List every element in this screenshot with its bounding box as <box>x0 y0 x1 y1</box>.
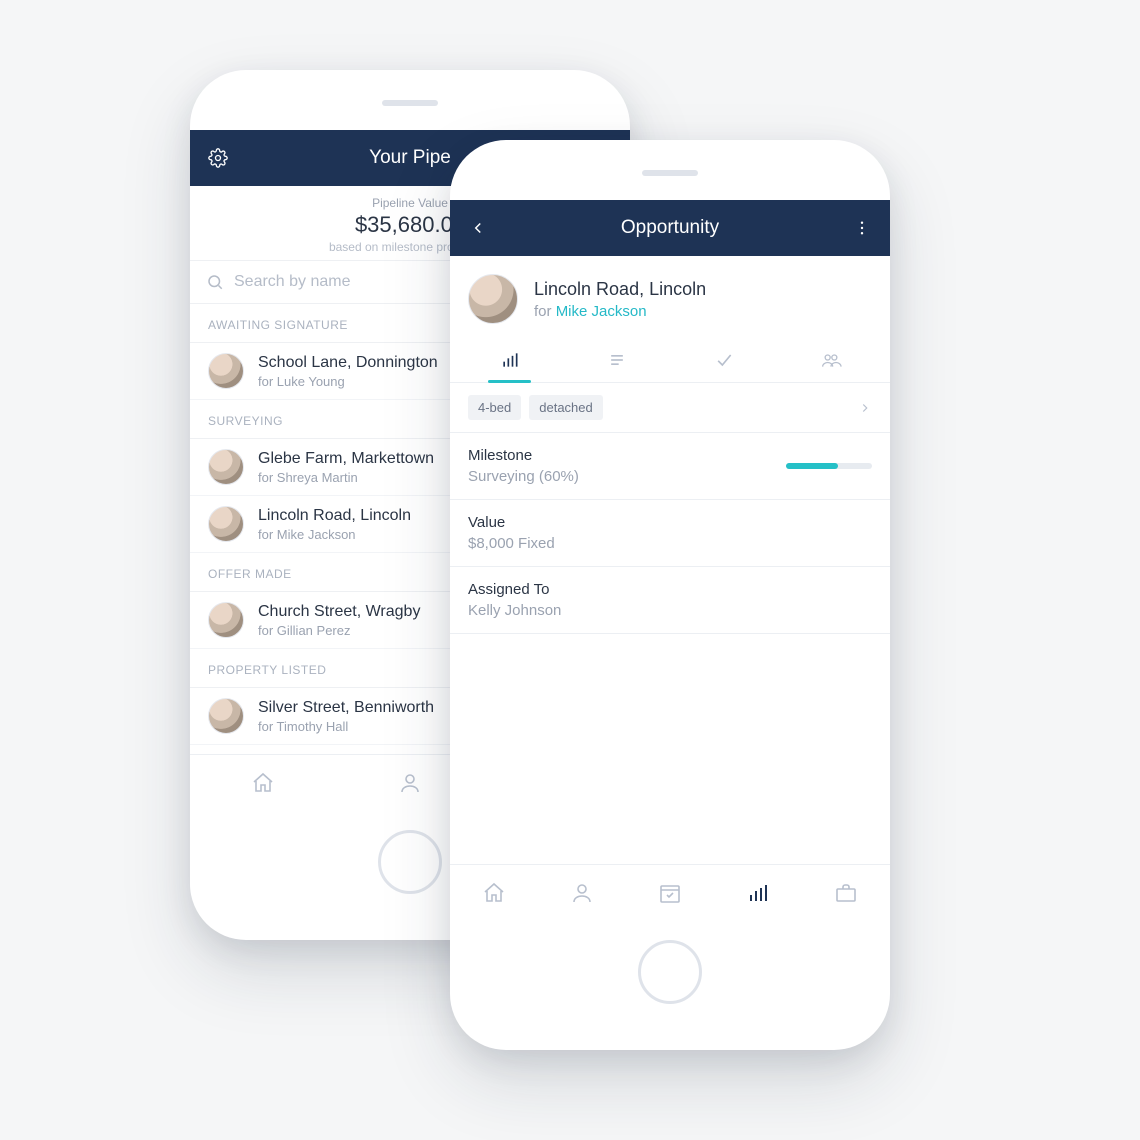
tab-home[interactable] <box>251 771 275 795</box>
avatar <box>208 449 244 485</box>
gear-icon <box>208 148 228 168</box>
navbar-opportunity: Opportunity <box>450 200 890 256</box>
home-icon <box>482 881 506 905</box>
phone-speaker <box>382 100 438 106</box>
field-milestone[interactable]: Milestone Surveying (60%) <box>450 433 890 500</box>
field-value[interactable]: Value $8,000 Fixed <box>450 500 890 567</box>
bars-icon <box>746 881 770 905</box>
field-value: Surveying (60%) <box>468 468 786 485</box>
for-prefix: for <box>534 303 556 320</box>
check-icon <box>714 350 734 370</box>
more-button[interactable] <box>850 219 874 237</box>
phone-home-button[interactable] <box>378 830 442 894</box>
settings-button[interactable] <box>206 148 230 168</box>
person-icon <box>398 771 422 795</box>
opportunity-header: Lincoln Road, Lincoln for Mike Jackson <box>450 256 890 338</box>
chevron-left-icon <box>469 219 487 237</box>
people-icon <box>820 350 842 370</box>
avatar <box>468 274 518 324</box>
bars-icon <box>500 350 520 370</box>
tab-contacts[interactable] <box>570 881 594 905</box>
avatar <box>208 353 244 389</box>
phone-home-button[interactable] <box>638 940 702 1004</box>
back-button[interactable] <box>466 219 490 237</box>
tag: detached <box>529 395 603 420</box>
item-subtitle: for Timothy Hall <box>258 719 434 734</box>
tab-bar <box>450 864 890 920</box>
tab-cases[interactable] <box>834 881 858 905</box>
spacer <box>450 634 890 864</box>
tag: 4-bed <box>468 395 521 420</box>
field-label: Milestone <box>468 447 786 464</box>
field-value-text: $8,000 Fixed <box>468 535 872 552</box>
progress-fill <box>786 463 838 469</box>
chevron-right-icon <box>858 401 872 415</box>
tab-tasks[interactable] <box>670 338 777 382</box>
tags-row[interactable]: 4-bed detached <box>450 383 890 433</box>
item-title: Glebe Farm, Markettown <box>258 450 434 468</box>
search-placeholder: Search by name <box>234 273 351 291</box>
more-vertical-icon <box>853 219 871 237</box>
person-icon <box>570 881 594 905</box>
opportunity-for: for Mike Jackson <box>534 303 706 320</box>
tab-calendar[interactable] <box>658 881 682 905</box>
progress-bar <box>786 463 872 469</box>
item-title: Lincoln Road, Lincoln <box>258 507 411 525</box>
tab-pipeline[interactable] <box>746 881 770 905</box>
field-assigned[interactable]: Assigned To Kelly Johnson <box>450 567 890 634</box>
field-label: Value <box>468 514 872 531</box>
tab-notes[interactable] <box>563 338 670 382</box>
avatar <box>208 506 244 542</box>
item-subtitle: for Mike Jackson <box>258 527 411 542</box>
item-subtitle: for Gillian Perez <box>258 623 420 638</box>
tab-stats[interactable] <box>456 338 563 382</box>
calendar-icon <box>658 881 682 905</box>
item-title: School Lane, Donnington <box>258 354 438 372</box>
item-title: Silver Street, Benniworth <box>258 699 434 717</box>
briefcase-icon <box>834 881 858 905</box>
item-subtitle: for Luke Young <box>258 374 438 389</box>
field-label: Assigned To <box>468 581 872 598</box>
opportunity-title: Lincoln Road, Lincoln <box>534 279 706 300</box>
navbar-title: Opportunity <box>490 217 850 239</box>
phone-speaker <box>642 170 698 176</box>
field-value-text: Kelly Johnson <box>468 602 872 619</box>
segmented-tabs <box>450 338 890 383</box>
item-title: Church Street, Wragby <box>258 603 420 621</box>
tab-contacts[interactable] <box>398 771 422 795</box>
search-icon <box>206 273 224 291</box>
tab-home[interactable] <box>482 881 506 905</box>
avatar <box>208 602 244 638</box>
home-icon <box>251 771 275 795</box>
phone-opportunity: Opportunity Lincoln Road, Lincoln for Mi… <box>450 140 890 1050</box>
list-icon <box>607 350 627 370</box>
tab-people[interactable] <box>777 338 884 382</box>
item-subtitle: for Shreya Martin <box>258 470 434 485</box>
avatar <box>208 698 244 734</box>
contact-link[interactable]: Mike Jackson <box>556 303 647 320</box>
